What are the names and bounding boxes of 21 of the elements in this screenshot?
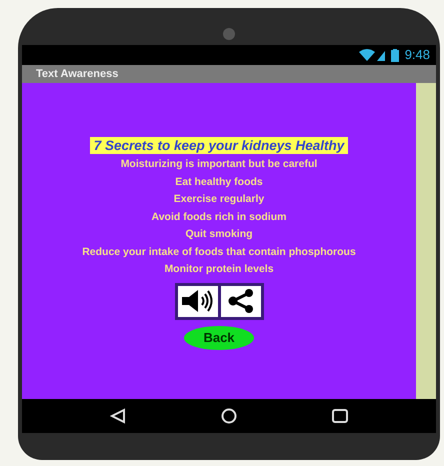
tip-text: Moisturizing is important but be careful xyxy=(120,157,318,172)
tip-text: Quit smoking xyxy=(185,227,253,242)
back-button[interactable]: Back xyxy=(184,326,254,350)
clock: 9:48 xyxy=(404,46,430,64)
share-button[interactable] xyxy=(220,286,260,316)
heading: 7 Secrets to keep your kidneys Healthy xyxy=(90,137,348,154)
back-nav-icon[interactable] xyxy=(110,408,126,424)
camera-icon xyxy=(223,28,235,40)
app-title: Text Awareness xyxy=(36,66,118,82)
tip-text: Monitor protein levels xyxy=(164,262,274,277)
tip-text: Reduce your intake of foods that contain phosphorous xyxy=(82,244,356,260)
share-icon xyxy=(226,289,254,313)
speaker-button[interactable] xyxy=(178,286,218,316)
tip-text: Exercise regularly xyxy=(174,192,264,207)
wifi-signal-icon xyxy=(358,49,387,61)
recents-nav-icon[interactable] xyxy=(332,409,348,423)
home-nav-icon[interactable] xyxy=(220,408,237,424)
speaker-icon xyxy=(180,289,214,313)
tip-text: Avoid foods rich in sodium xyxy=(152,210,286,224)
battery-icon xyxy=(390,48,399,62)
tip-text: Eat healthy foods xyxy=(175,174,263,190)
